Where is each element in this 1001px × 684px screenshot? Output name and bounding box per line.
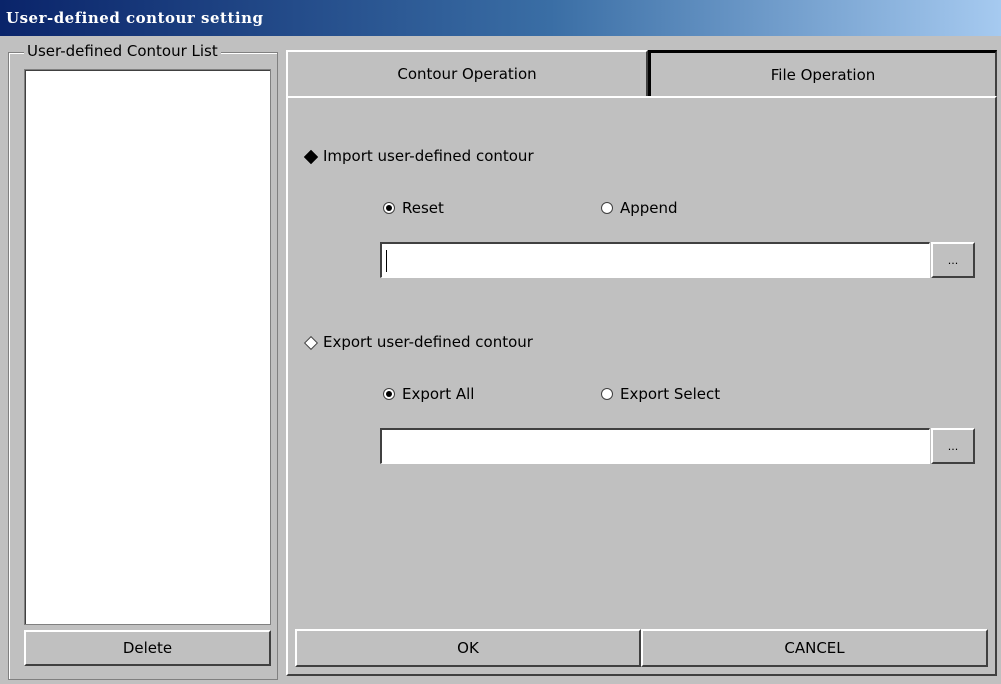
- radio-unselected-icon: [303, 335, 319, 351]
- radio-selected-icon: [303, 149, 319, 165]
- radio-unchecked-icon: [600, 201, 614, 215]
- radio-checked-icon: [382, 201, 396, 215]
- import-path-input[interactable]: [380, 242, 930, 278]
- import-label: Import user-defined contour: [323, 147, 534, 165]
- tab-contour-operation[interactable]: Contour Operation: [286, 50, 648, 96]
- export-all-label: Export All: [402, 385, 475, 403]
- dialog-window: User-defined contour setting User-define…: [0, 0, 1001, 684]
- cancel-button[interactable]: CANCEL: [641, 629, 988, 667]
- contour-list-group-label: User-defined Contour List: [24, 42, 221, 60]
- reset-option[interactable]: Reset: [382, 199, 444, 217]
- contour-listbox[interactable]: [24, 69, 271, 625]
- import-radio[interactable]: Import user-defined contour: [303, 147, 534, 165]
- title-bar: User-defined contour setting: [0, 0, 1001, 36]
- export-radio[interactable]: Export user-defined contour: [303, 333, 533, 351]
- append-option[interactable]: Append: [600, 199, 678, 217]
- append-label: Append: [620, 199, 678, 217]
- export-select-label: Export Select: [620, 385, 721, 403]
- import-browse-button[interactable]: ...: [931, 242, 975, 278]
- export-path-input[interactable]: [380, 428, 930, 464]
- radio-unchecked-icon: [600, 387, 614, 401]
- ok-button[interactable]: OK: [295, 629, 641, 667]
- export-all-option[interactable]: Export All: [382, 385, 474, 403]
- export-select-option[interactable]: Export Select: [600, 385, 720, 403]
- delete-button[interactable]: Delete: [24, 630, 271, 666]
- text-caret: [386, 250, 387, 272]
- tab-file-operation[interactable]: File Operation: [648, 50, 997, 96]
- radio-checked-icon: [382, 387, 396, 401]
- export-label: Export user-defined contour: [323, 333, 533, 351]
- export-browse-button[interactable]: ...: [931, 428, 975, 464]
- reset-label: Reset: [402, 199, 444, 217]
